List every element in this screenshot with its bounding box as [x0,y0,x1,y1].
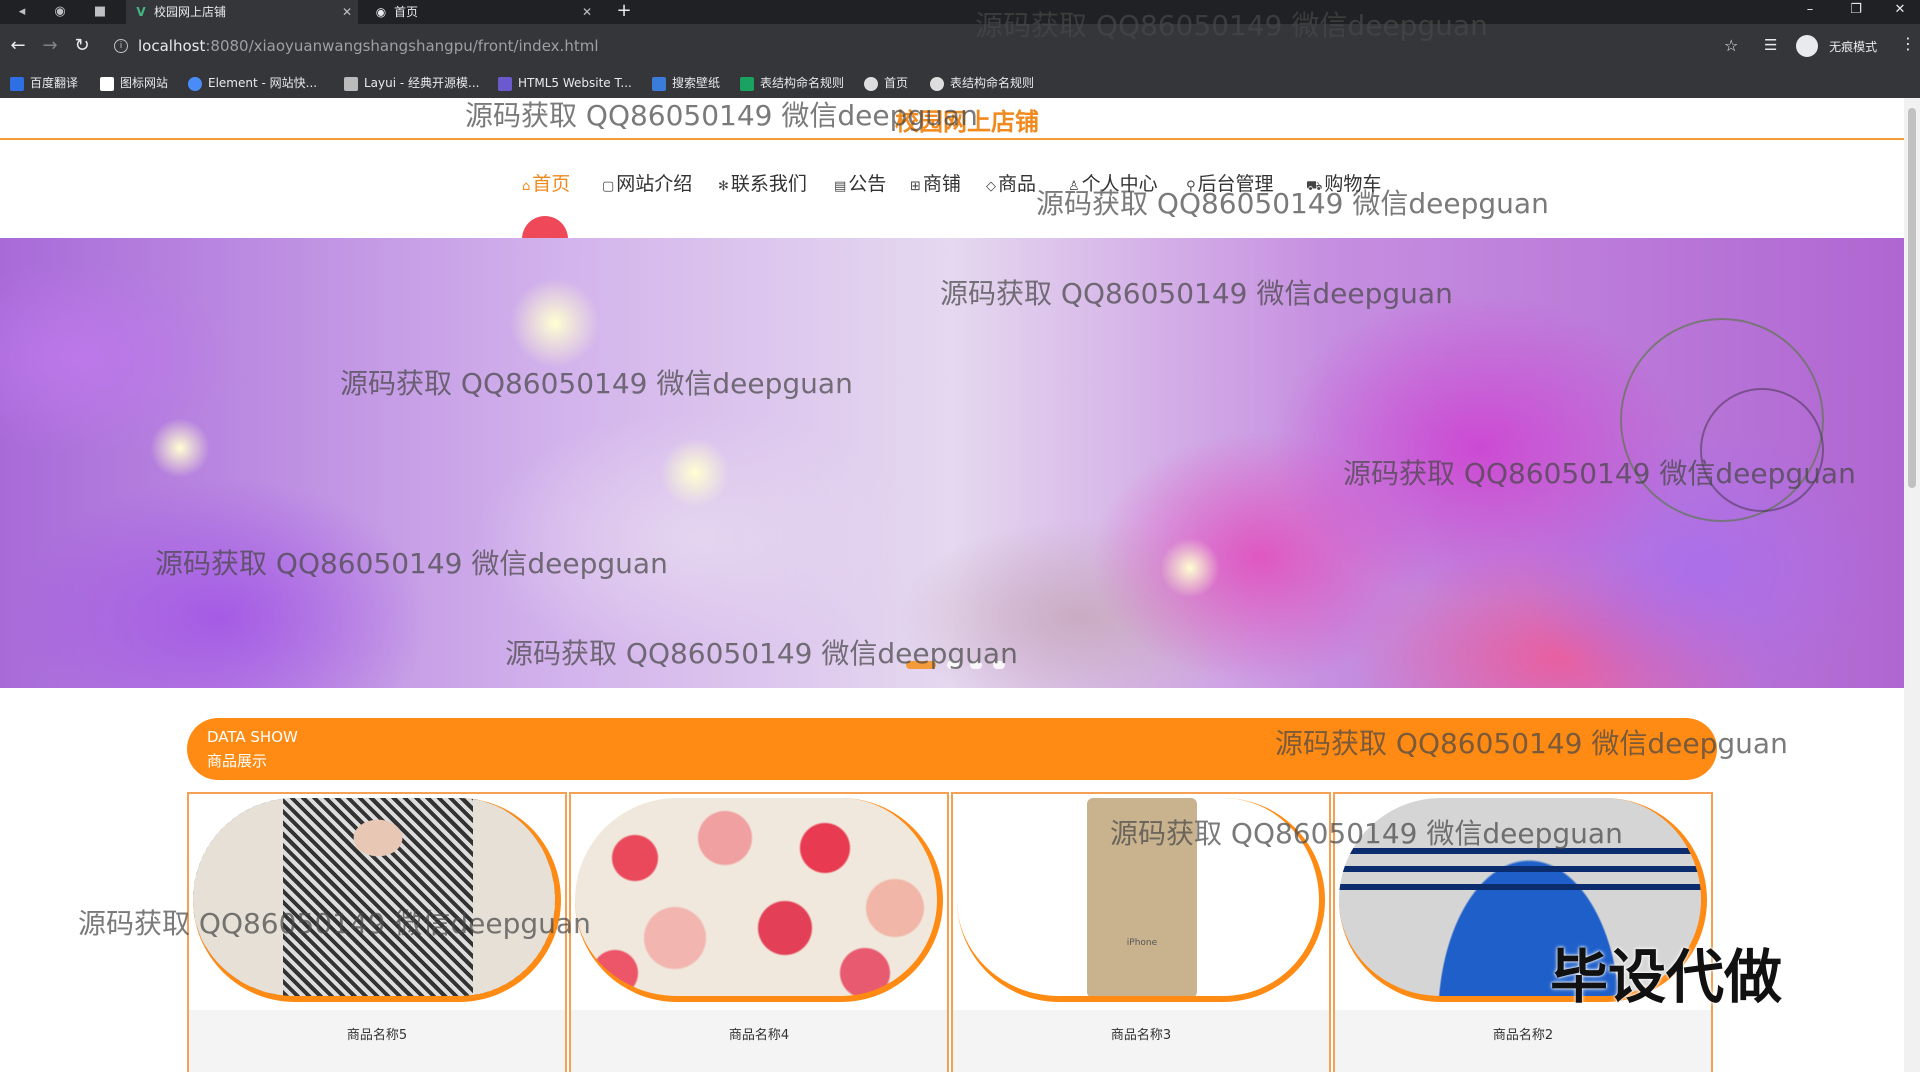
phone-box-label: iPhone [1126,938,1158,948]
home-icon: ⌂ [522,179,531,194]
close-icon[interactable]: ✕ [342,0,352,24]
nav-item-contact[interactable]: ✻ 联系我们 [718,170,807,198]
product-card[interactable]: 商品名称4 [569,792,949,1072]
forward-icon[interactable]: → [38,34,62,58]
watermark-text: 源码获取 QQ86050149 微信deepguan [505,637,1018,670]
watermark-text: 源码获取 QQ86050149 微信deepguan [940,277,1453,310]
info-icon[interactable]: i [114,39,128,53]
vue-icon: V [136,5,146,19]
product-caption: 商品名称3 [953,1010,1329,1072]
reading-list-icon[interactable]: ☰ [1764,36,1777,54]
globe-icon [864,76,878,91]
url-text[interactable]: localhost:8080/xiaoyuanwangshangshangpu/… [138,31,599,61]
profile-label: 无痕模式 [1829,39,1878,54]
layui-icon [344,76,358,91]
html5-icon [498,76,512,91]
address-bar[interactable]: i localhost:8080/xiaoyuanwangshangshangp… [110,31,1760,61]
element-icon [188,76,202,91]
browser-titlebar: ◂ ◉ ■ V 校园网上店铺 ✕ ◉ 首页 ✕ + – ❐ ✕ [0,0,1920,24]
watermark-text: 源码获取 QQ86050149 微信deepguan [78,907,591,940]
new-tab-button[interactable]: + [612,0,636,24]
profile-button[interactable]: 无痕模式 [1796,35,1877,57]
bokeh-light [660,438,730,508]
bookmark-item[interactable]: 百度翻译 [10,68,78,98]
doc-icon: ▢ [602,179,615,194]
globe-icon [930,76,944,91]
browser-tab-home[interactable]: ◉ 首页 ✕ [366,0,598,24]
bokeh-light [1160,538,1220,598]
shop-icon: ⊞ [910,179,921,194]
incognito-icon [1796,35,1818,57]
close-window-button[interactable]: ✕ [1880,0,1920,24]
reload-icon[interactable]: ↻ [70,34,94,58]
browser-toolbar: ← → ↻ i localhost:8080/xiaoyuanwangshang… [0,24,1920,68]
watermark-text: 源码获取 QQ86050149 微信deepguan [1343,457,1856,490]
nav-item-shop[interactable]: ⊞ 商铺 [910,170,961,198]
bokeh-light [510,278,600,368]
back-icon[interactable]: ← [6,34,30,58]
product-caption: 商品名称5 [189,1010,565,1072]
browser-tab-shop[interactable]: V 校园网上店铺 ✕ [126,0,358,24]
tag-icon: ◇ [986,179,996,194]
flag-icon [100,76,114,91]
product-name[interactable]: 商品名称4 [571,1024,947,1043]
tab-label: 首页 [394,5,419,19]
globe-icon: ◉ [375,5,387,19]
bokeh-light [150,418,210,478]
section-title-cn: 商品展示 [207,752,268,770]
product-caption: 商品名称2 [1335,1010,1711,1072]
nav-item-products[interactable]: ◇ 商品 [986,170,1036,198]
bookmark-item[interactable]: Element - 网站快... [188,68,317,98]
watermark-text: 源码获取 QQ86050149 微信deepguan [340,367,853,400]
nav-item-home[interactable]: ⌂ 首页 [522,170,570,198]
notice-icon: ▤ [834,179,847,194]
more-menu-icon[interactable]: ⋮ [1900,34,1916,53]
product-image-dress[interactable] [193,798,561,1002]
ribbon-loop [1700,388,1824,512]
watermark-text: 源码获取 QQ86050149 微信deepguan [1036,187,1549,220]
watermark-text: 源码获取 QQ86050149 微信deepguan [155,547,668,580]
bookmark-item[interactable]: Layui - 经典开源模... [344,68,479,98]
wallpaper-icon [652,76,666,91]
nav-item-about[interactable]: ▢ 网站介绍 [602,170,692,198]
page-scrollbar[interactable] [1904,98,1920,1072]
product-caption: 商品名称4 [571,1010,947,1072]
tab-label: 校园网上店铺 [154,5,227,19]
contact-icon: ✻ [718,179,729,194]
globe-icon[interactable]: ◉ [46,0,74,24]
watermark-text: 源码获取 QQ86050149 微信deepguan [975,9,1488,42]
overlay-stamp: 毕设代做 [1550,943,1783,1011]
speaker-icon[interactable]: ◂ [8,0,36,24]
product-name[interactable]: 商品名称2 [1335,1024,1711,1043]
translate-icon [10,76,24,91]
nav-item-notice[interactable]: ▤ 公告 [834,170,886,198]
window-icon[interactable]: ■ [86,0,114,24]
bookmark-item[interactable]: 图标网站 [100,68,168,98]
close-icon[interactable]: ✕ [582,0,592,24]
restore-button[interactable]: ❐ [1836,0,1876,24]
product-name[interactable]: 商品名称3 [953,1024,1329,1043]
watermark-text: 源码获取 QQ86050149 微信deepguan [1110,817,1623,850]
product-name[interactable]: 商品名称5 [189,1024,565,1043]
sheet-icon [740,76,754,91]
minimize-button[interactable]: – [1790,0,1830,24]
main-nav: ⌂ 首页 ▢ 网站介绍 ✻ 联系我们 ▤ 公告 ⊞ 商铺 ◇ 商品 ♙ 个人中心 ⚲ 后台管理 … [0,140,1904,262]
watermark-text: 源码获取 QQ86050149 微信deepguan [1275,727,1788,760]
scrollbar-thumb[interactable] [1908,108,1916,488]
image-backdrop [193,798,555,996]
product-image-roses[interactable] [575,798,943,1002]
section-title-en: DATA SHOW [207,728,298,746]
watermark-text: 源码获取 QQ86050149 微信deepguan [465,99,978,132]
bookmark-star-icon[interactable]: ☆ [1724,36,1738,55]
